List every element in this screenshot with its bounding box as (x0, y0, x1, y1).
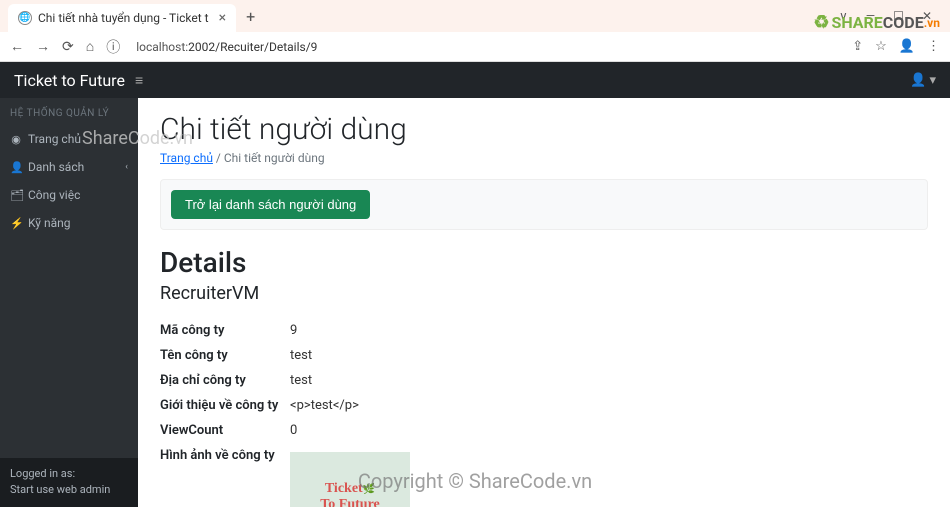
field-label: Tên công ty (160, 348, 290, 363)
details-heading: Details (160, 246, 928, 279)
watermark-logo: ♻ SHARECODE.vn (813, 12, 940, 33)
menu-icon[interactable]: ⋮ (927, 39, 940, 54)
user-icon: 👤 (10, 161, 22, 174)
back-to-list-button[interactable]: Trở lại danh sách người dùng (171, 190, 370, 219)
chevron-left-icon: ‹ (125, 162, 128, 172)
sidebar-item-label: Kỹ năng (28, 216, 70, 230)
hamburger-icon[interactable]: ≡ (135, 72, 143, 89)
company-image: Ticket🌿 To Future TÌM KIẾM TƯƠNG LAI (290, 452, 410, 507)
star-icon[interactable]: ☆ (875, 39, 887, 54)
field-row: Mã công ty 9 (160, 318, 928, 343)
sidebar-item-label: Danh sách (28, 160, 84, 174)
top-nav: Ticket to Future ≡ 👤 ▾ (0, 62, 950, 98)
field-value: test (290, 373, 312, 388)
bolt-icon: ⚡ (10, 217, 22, 230)
user-menu[interactable]: 👤 ▾ (910, 73, 936, 88)
close-tab-icon[interactable]: × (219, 10, 226, 26)
sidebar-item-skills[interactable]: ⚡ Kỹ năng (0, 209, 138, 237)
briefcase-icon: 🗂 (10, 189, 22, 202)
sidebar-item-label: Công việc (28, 188, 80, 202)
field-row: Hình ảnh về công ty Ticket🌿 To Future TÌ… (160, 443, 928, 507)
details-subheading: RecruiterVM (160, 283, 928, 304)
globe-icon: 🌐 (18, 11, 32, 25)
app-container: Ticket to Future ≡ 👤 ▾ HỆ THỐNG QUẢN LÝ … (0, 62, 950, 507)
brand-title[interactable]: Ticket to Future (14, 71, 125, 90)
browser-tab[interactable]: 🌐 Chi tiết nhà tuyển dụng - Ticket t × (8, 4, 236, 32)
address-bar: ← → ⟳ ⌂ ⓘ localhost:2002/Recuiter/Detail… (0, 32, 950, 62)
tab-bar: 🌐 Chi tiết nhà tuyển dụng - Ticket t × +… (0, 0, 950, 32)
field-row: Tên công ty test (160, 343, 928, 368)
share-icon[interactable]: ⇪ (852, 39, 863, 54)
field-row: Giới thiệu về công ty <p>test</p> (160, 393, 928, 418)
breadcrumb-home-link[interactable]: Trang chủ (160, 151, 213, 165)
field-value: Ticket🌿 To Future TÌM KIẾM TƯƠNG LAI (290, 448, 410, 507)
tab-title: Chi tiết nhà tuyển dụng - Ticket t (38, 11, 209, 25)
url-input[interactable]: localhost:2002/Recuiter/Details/9 (132, 38, 840, 56)
field-label: Địa chỉ công ty (160, 373, 290, 388)
field-label: Hình ảnh về công ty (160, 448, 290, 507)
field-row: Địa chỉ công ty test (160, 368, 928, 393)
sidebar: HỆ THỐNG QUẢN LÝ ◉ Trang chủ 👤 Danh sách… (0, 98, 138, 507)
sidebar-item-list[interactable]: 👤 Danh sách ‹ (0, 153, 138, 181)
browser-chrome: 🌐 Chi tiết nhà tuyển dụng - Ticket t × +… (0, 0, 950, 62)
field-value: 0 (290, 423, 297, 438)
page-title: Chi tiết người dùng (160, 112, 928, 147)
recycle-icon: ♻ (813, 12, 829, 33)
field-row: ViewCount 0 (160, 418, 928, 443)
sidebar-header: HỆ THỐNG QUẢN LÝ (0, 98, 138, 125)
sidebar-item-home[interactable]: ◉ Trang chủ (0, 125, 138, 153)
leaf-icon: 🌿 (363, 484, 375, 495)
home-icon[interactable]: ⌂ (86, 38, 94, 55)
sidebar-footer: Logged in as: Start use web admin (0, 458, 138, 507)
breadcrumb: Trang chủ / Chi tiết người dùng (160, 151, 928, 165)
profile-icon[interactable]: 👤 (899, 39, 915, 54)
sidebar-item-jobs[interactable]: 🗂 Công việc (0, 181, 138, 209)
dashboard-icon: ◉ (10, 133, 22, 146)
reload-icon[interactable]: ⟳ (62, 39, 74, 55)
field-label: Giới thiệu về công ty (160, 398, 290, 413)
new-tab-button[interactable]: + (246, 7, 255, 26)
sidebar-item-label: Trang chủ (28, 132, 81, 146)
info-icon[interactable]: ⓘ (106, 37, 120, 57)
action-bar: Trở lại danh sách người dùng (160, 179, 928, 230)
content-area: Chi tiết người dùng Trang chủ / Chi tiết… (138, 98, 950, 507)
forward-icon[interactable]: → (36, 38, 50, 55)
back-icon[interactable]: ← (10, 38, 24, 55)
field-label: ViewCount (160, 423, 290, 438)
field-value: test (290, 348, 312, 363)
field-value: 9 (290, 323, 297, 338)
field-value: <p>test</p> (290, 398, 359, 413)
field-label: Mã công ty (160, 323, 290, 338)
